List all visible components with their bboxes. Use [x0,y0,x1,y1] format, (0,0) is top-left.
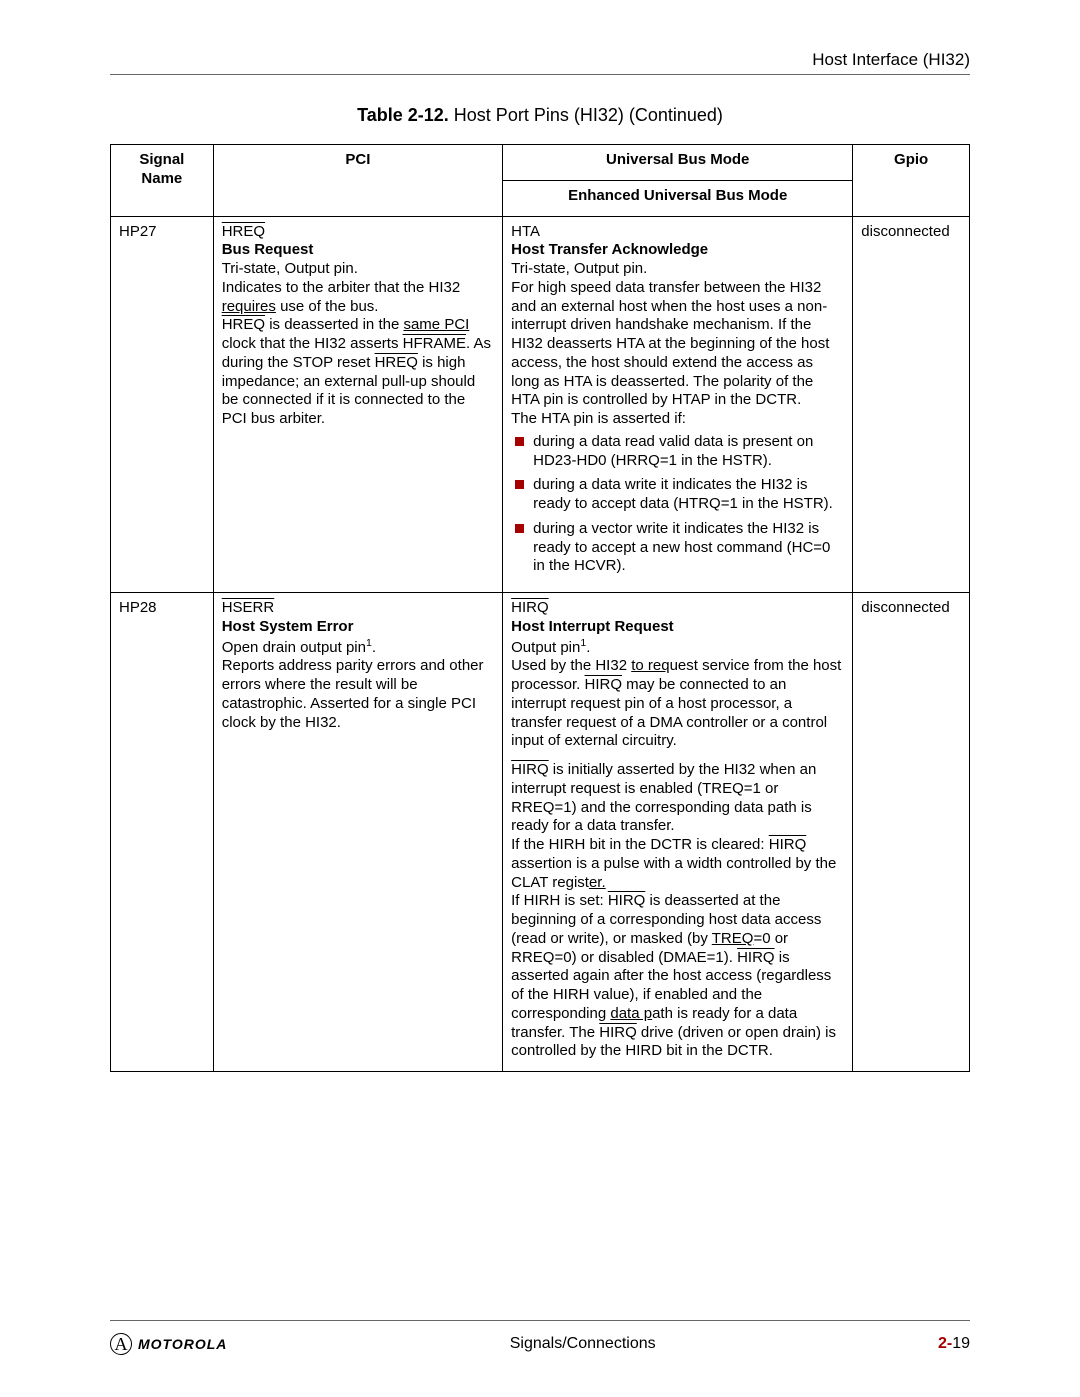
cell-ubm: HIRQ Host Interrupt Request Output pin1.… [503,593,853,1072]
text: . [586,639,590,656]
brand-text: MOTOROLA [138,1336,227,1352]
text: requires [222,298,276,315]
spacer [511,751,844,761]
signal-hreq: HREQ [222,223,265,240]
text: HREQ [222,316,265,333]
running-header: Host Interface (HI32) [110,50,970,70]
text: is initially asserted by the HI32 when a… [511,761,816,834]
text: HIRQ [511,761,549,778]
text: Used by the HI32 [511,657,631,674]
text: HREQ [375,354,418,371]
header-rule [110,74,970,75]
text: is deasserted in the [265,316,403,333]
cell-pci: HREQ Bus Request Tri-state, Output pin. … [213,216,502,593]
page-num: 19 [952,1335,970,1352]
th-pci: PCI [213,145,502,217]
text: Open drain output pin [222,639,366,656]
cell-ubm: HTA Host Transfer Acknowledge Tri-state,… [503,216,853,593]
table-caption: Table 2-12. Host Port Pins (HI32) (Conti… [110,105,970,126]
text: The HTA pin is asserted if: [511,410,686,427]
bullet-list: during a data read valid data is present… [511,433,844,576]
page-number: 2-19 [938,1335,970,1353]
cell-signal: HP28 [111,593,214,1072]
signal-hserr: HSERR [222,599,275,616]
th-eubm: Enhanced Universal Bus Mode [503,180,853,216]
caption-text: Host Port Pins (HI32) (Continued) [449,105,723,125]
text: assertion is a pulse with a width contro… [511,855,836,891]
page-prefix: 2- [938,1335,952,1352]
text: use of the bus. [276,298,379,315]
th-signal: Signal Name [111,145,214,217]
text: Indicates to the arbiter that the HI32 [222,279,460,296]
text: HIRQ [737,949,775,966]
list-item: during a data write it indicates the HI3… [511,476,844,514]
text: HIRQ [769,836,807,853]
text: Output pin [511,639,580,656]
text: If HIRH is set: [511,892,608,909]
cell-gpio: disconnected [853,593,970,1072]
cell-gpio: disconnected [853,216,970,593]
text: For high speed data transfer between the… [511,279,829,409]
pci-title: Bus Request [222,241,314,258]
text: HIRQ [585,676,623,693]
text: Tri-state, Output pin. [511,260,647,277]
ubm-title: Host Transfer Acknowledge [511,241,708,258]
motorola-logo-icon: A [110,1333,132,1355]
footer-rule [110,1320,970,1321]
signal-hta: HTA [511,223,540,240]
text: HIRQ [599,1024,637,1041]
th-ubm: Universal Bus Mode [503,145,853,181]
text: Reports address parity errors and other … [222,657,484,730]
footer: A MOTOROLA Signals/Connections 2-19 [110,1320,970,1355]
table-row: HP28 HSERR Host System Error Open drain … [111,593,970,1072]
ubm-title: Host Interrupt Request [511,618,674,635]
cell-signal: HP27 [111,216,214,593]
text: If the HIRH bit in the DCTR is cleared: [511,836,769,853]
table-row: HP27 HREQ Bus Request Tri-state, Output … [111,216,970,593]
footer-brand: A MOTOROLA [110,1333,227,1355]
signal-hirq: HIRQ [511,599,549,616]
text: to req [631,657,669,674]
footer-center: Signals/Connections [510,1335,656,1353]
cell-pci: HSERR Host System Error Open drain outpu… [213,593,502,1072]
text: . [372,639,376,656]
text: Tri-state, Output pin. [222,260,358,277]
text: er. [589,874,606,891]
pci-title: Host System Error [222,618,354,635]
host-port-pins-table: Signal Name PCI Universal Bus Mode Gpio … [110,144,970,1072]
text: clock that the HI32 asserts [222,335,403,352]
text: HFRAME [403,335,466,352]
list-item: during a vector write it indicates the H… [511,520,844,576]
text: TREQ [712,930,754,947]
th-gpio: Gpio [853,145,970,217]
text: same PCI [403,316,469,333]
caption-number: Table 2-12. [357,105,449,125]
text: HIRQ [608,892,646,909]
page: Host Interface (HI32) Table 2-12. Host P… [0,0,1080,1397]
list-item: during a data read valid data is present… [511,433,844,471]
text: data p [610,1005,652,1022]
